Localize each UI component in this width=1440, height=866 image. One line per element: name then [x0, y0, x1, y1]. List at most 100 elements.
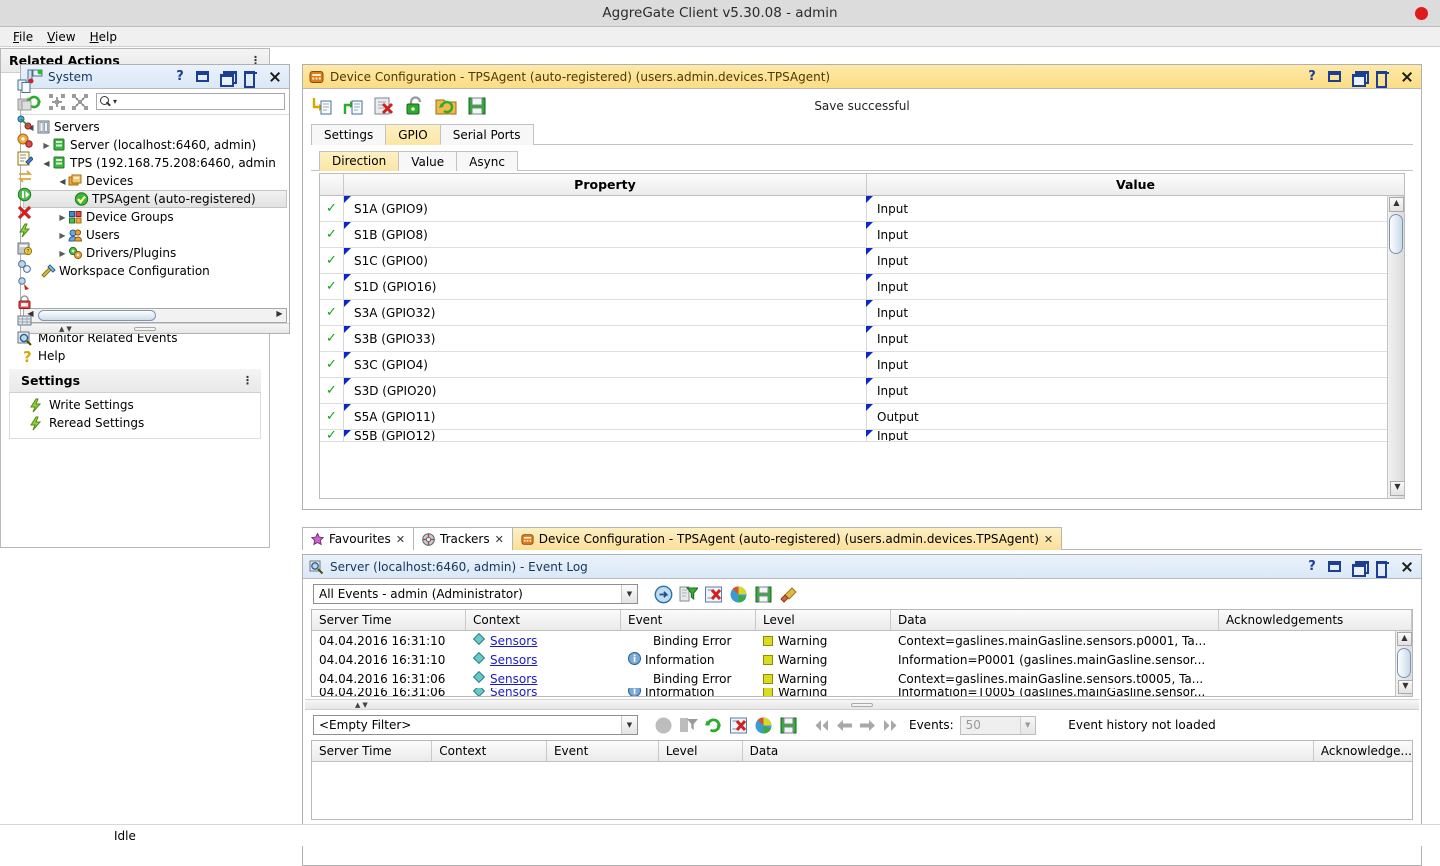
table-row[interactable]: ✓ S1C (GPIO0) Input: [320, 248, 1387, 274]
table-vertical-scrollbar[interactable]: ▲ ▼: [1387, 196, 1404, 498]
maximize-icon[interactable]: [1328, 71, 1341, 82]
scroll-down-icon[interactable]: ▼: [1390, 481, 1405, 496]
column-header-server-time[interactable]: Server Time: [312, 610, 466, 630]
sidebar-item-tpsagent[interactable]: TPSAgent (auto-registered): [23, 190, 287, 208]
first-page-icon[interactable]: [813, 718, 830, 733]
splitter-grip[interactable]: [134, 327, 156, 331]
cell-value[interactable]: Input: [867, 274, 1387, 299]
column-header-event[interactable]: Event: [547, 741, 659, 761]
cell-property[interactable]: S3A (GPIO32): [344, 300, 867, 325]
pin-icon[interactable]: [244, 71, 257, 83]
close-icon[interactable]: ✕: [1044, 533, 1053, 546]
cell-property[interactable]: S3D (GPIO20): [344, 378, 867, 403]
cell-value[interactable]: Input: [867, 378, 1387, 403]
splitter-arrows-icon[interactable]: ▲▼: [59, 325, 74, 333]
cell-context[interactable]: Sensors: [466, 631, 621, 650]
tab-value[interactable]: Value: [398, 151, 457, 171]
cell-value[interactable]: Input: [867, 222, 1387, 247]
action-write-settings[interactable]: Write Settings: [28, 396, 260, 414]
doc-tab-device-configuration[interactable]: Device Configuration - TPSAgent (auto-re…: [512, 527, 1062, 550]
column-header-level[interactable]: Level: [659, 741, 743, 761]
cell-value[interactable]: Input: [867, 300, 1387, 325]
cell-property[interactable]: S1A (GPIO9): [344, 196, 867, 221]
row-checkbox[interactable]: ✓: [320, 274, 344, 299]
chevron-down-icon[interactable]: ▾: [113, 97, 117, 106]
chevron-collapse-icon[interactable]: [57, 177, 68, 186]
table-row[interactable]: ✓ S3A (GPIO32) Input: [320, 300, 1387, 326]
column-header-acknowledgements[interactable]: Acknowledgements: [1219, 610, 1412, 630]
context-link[interactable]: Sensors: [490, 653, 537, 667]
clear-events-icon[interactable]: [704, 585, 723, 604]
action-reread-settings[interactable]: Reread Settings: [28, 414, 260, 432]
row-checkbox[interactable]: ✓: [320, 378, 344, 403]
tree-node-server-tps[interactable]: TPS (192.168.75.208:6460, admin: [21, 154, 289, 172]
column-header-property[interactable]: Property: [344, 174, 867, 195]
clean-brush-icon[interactable]: [779, 585, 798, 604]
column-header-data[interactable]: Data: [743, 741, 1314, 761]
table-row[interactable]: ✓ S5A (GPIO11) Output: [320, 404, 1387, 430]
cell-property[interactable]: S1B (GPIO8): [344, 222, 867, 247]
expand-all-icon[interactable]: [48, 93, 66, 111]
menu-help[interactable]: Help: [83, 29, 124, 45]
cell-value[interactable]: Input: [867, 248, 1387, 273]
cell-value[interactable]: Input: [867, 196, 1387, 221]
chevron-down-icon[interactable]: ▼: [621, 585, 637, 603]
history-filter-select[interactable]: <Empty Filter> ▼: [313, 715, 638, 735]
table-row[interactable]: 04.04.2016 16:31:10 Sensors Information …: [312, 650, 1395, 669]
doc-tab-trackers[interactable]: Trackers ✕: [413, 527, 513, 550]
close-icon[interactable]: [1400, 70, 1413, 83]
chevron-collapse-icon[interactable]: [41, 159, 52, 168]
context-link[interactable]: Sensors: [490, 634, 537, 648]
cell-value[interactable]: Input: [867, 430, 1387, 441]
tree-node-users[interactable]: Users: [21, 226, 289, 244]
prev-page-icon[interactable]: [836, 718, 853, 733]
table-row[interactable]: ✓ S1B (GPIO8) Input: [320, 222, 1387, 248]
close-icon[interactable]: ✕: [396, 533, 405, 546]
pin-icon[interactable]: [1376, 561, 1389, 573]
row-checkbox[interactable]: ✓: [320, 300, 344, 325]
row-checkbox[interactable]: ✓: [320, 430, 344, 441]
column-header-level[interactable]: Level: [756, 610, 891, 630]
tab-settings[interactable]: Settings: [311, 124, 386, 145]
table-row[interactable]: ✓ S3B (GPIO33) Input: [320, 326, 1387, 352]
go-to-context-icon[interactable]: [654, 585, 673, 604]
panel-splitter[interactable]: ▲▼: [21, 323, 289, 333]
tree-node-device-groups[interactable]: Device Groups: [21, 208, 289, 226]
scrollbar-thumb[interactable]: [38, 310, 156, 321]
scroll-up-icon[interactable]: ▲: [1397, 632, 1412, 646]
column-header-check[interactable]: [320, 174, 344, 195]
tree-horizontal-scrollbar[interactable]: ◀ ▶: [23, 308, 287, 323]
save-icon[interactable]: [754, 585, 773, 604]
cell-value[interactable]: Input: [867, 326, 1387, 351]
scroll-down-icon[interactable]: ▼: [1398, 680, 1413, 694]
scroll-right-icon[interactable]: ▶: [273, 309, 286, 322]
column-header-data[interactable]: Data: [891, 610, 1219, 630]
tree-node-drivers-plugins[interactable]: Drivers/Plugins: [21, 244, 289, 262]
chevron-collapse-icon[interactable]: ⋮: [242, 374, 253, 387]
maximize-icon[interactable]: [1328, 561, 1341, 572]
column-header-event[interactable]: Event: [621, 610, 756, 630]
cell-property[interactable]: S5B (GPIO12): [344, 430, 867, 441]
clear-events-icon[interactable]: [729, 716, 748, 735]
action-help[interactable]: ? Help: [17, 347, 269, 365]
close-icon[interactable]: ✕: [495, 533, 504, 546]
tree-node-server-localhost[interactable]: Server (localhost:6460, admin): [21, 136, 289, 154]
events-vertical-scrollbar[interactable]: ▲ ▼: [1395, 631, 1412, 696]
column-header-acknowledge[interactable]: Acknowledge...: [1314, 741, 1412, 761]
cell-property[interactable]: S1D (GPIO16): [344, 274, 867, 299]
settings-header[interactable]: Settings ⋮: [9, 369, 261, 393]
row-checkbox[interactable]: ✓: [320, 248, 344, 273]
scrollbar-thumb[interactable]: [1389, 214, 1403, 254]
tab-serial-ports[interactable]: Serial Ports: [440, 124, 534, 145]
restore-icon[interactable]: [1352, 561, 1365, 572]
cell-property[interactable]: S3B (GPIO33): [344, 326, 867, 351]
cell-context[interactable]: Sensors: [466, 650, 621, 669]
chart-icon[interactable]: [754, 716, 773, 735]
splitter-arrows-icon[interactable]: ▲▼: [355, 701, 370, 709]
row-checkbox[interactable]: ✓: [320, 326, 344, 351]
column-header-value[interactable]: Value: [867, 174, 1404, 195]
close-icon[interactable]: [268, 70, 281, 83]
tree-node-workspace-configuration[interactable]: Workspace Configuration: [21, 262, 289, 280]
table-row[interactable]: 04.04.2016 16:31:06 Sensors Binding Erro…: [312, 669, 1395, 688]
tab-async[interactable]: Async: [456, 151, 518, 171]
